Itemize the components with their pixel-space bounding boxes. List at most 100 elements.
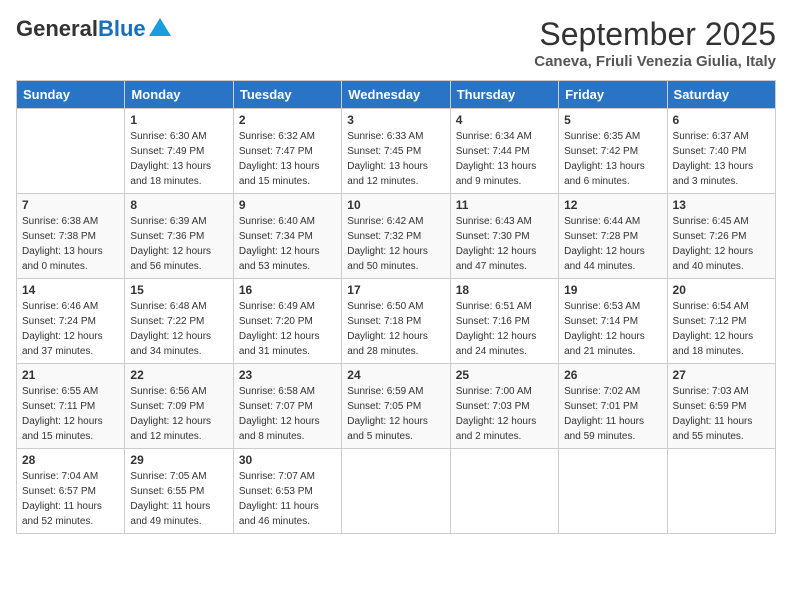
logo-general-text: General	[16, 16, 98, 42]
calendar-cell: 8 Sunrise: 6:39 AMSunset: 7:36 PMDaylight…	[125, 194, 233, 279]
calendar-cell: 14 Sunrise: 6:46 AMSunset: 7:24 PMDayligh…	[17, 279, 125, 364]
calendar-cell: 12 Sunrise: 6:44 AMSunset: 7:28 PMDayligh…	[559, 194, 667, 279]
calendar-cell: 30 Sunrise: 7:07 AMSunset: 6:53 PMDayligh…	[233, 449, 341, 534]
day-info: Sunrise: 6:48 AMSunset: 7:22 PMDaylight:…	[130, 299, 227, 359]
day-info: Sunrise: 7:07 AMSunset: 6:53 PMDaylight:…	[239, 469, 336, 529]
calendar-cell: 29Sunrise: 7:05 AMSunset: 6:55 PMDayligh…	[125, 449, 233, 534]
day-number: 3	[347, 113, 444, 127]
day-info: Sunrise: 6:55 AMSunset: 7:11 PMDaylight:…	[22, 384, 119, 444]
calendar-cell: 10 Sunrise: 6:42 AMSunset: 7:32 PMDayligh…	[342, 194, 450, 279]
day-number: 30	[239, 453, 336, 467]
calendar-table: SundayMondayTuesdayWednesdayThursdayFrid…	[16, 80, 776, 534]
calendar-cell: 13Sunrise: 6:45 AMSunset: 7:26 PMDayligh…	[667, 194, 775, 279]
calendar-week-row: 14 Sunrise: 6:46 AMSunset: 7:24 PMDayligh…	[17, 279, 776, 364]
day-number: 18	[456, 283, 553, 297]
calendar-cell: 15 Sunrise: 6:48 AMSunset: 7:22 PMDayligh…	[125, 279, 233, 364]
page-header: GeneralBlue September 2025 Caneva, Friul…	[16, 16, 776, 70]
calendar-week-row: 21 Sunrise: 6:55 AMSunset: 7:11 PMDayligh…	[17, 364, 776, 449]
day-number: 13	[673, 198, 770, 212]
day-number: 21	[22, 368, 119, 382]
calendar-cell: 18Sunrise: 6:51 AMSunset: 7:16 PMDayligh…	[450, 279, 558, 364]
calendar-cell: 27 Sunrise: 7:03 AMSunset: 6:59 PMDayligh…	[667, 364, 775, 449]
day-number: 15	[130, 283, 227, 297]
calendar-header-row: SundayMondayTuesdayWednesdayThursdayFrid…	[17, 81, 776, 109]
logo-icon	[149, 18, 171, 36]
day-header-monday: Monday	[125, 81, 233, 109]
calendar-cell: 16 Sunrise: 6:49 AMSunset: 7:20 PMDayligh…	[233, 279, 341, 364]
day-info: Sunrise: 7:04 AMSunset: 6:57 PMDaylight:…	[22, 469, 119, 529]
calendar-week-row: 1 Sunrise: 6:30 AMSunset: 7:49 PMDaylight…	[17, 109, 776, 194]
day-info: Sunrise: 6:38 AMSunset: 7:38 PMDaylight:…	[22, 214, 119, 274]
day-info: Sunrise: 6:30 AMSunset: 7:49 PMDaylight:…	[130, 129, 227, 189]
day-number: 17	[347, 283, 444, 297]
day-info: Sunrise: 7:03 AMSunset: 6:59 PMDaylight:…	[673, 384, 770, 444]
day-info: Sunrise: 6:58 AMSunset: 7:07 PMDaylight:…	[239, 384, 336, 444]
calendar-cell: 28Sunrise: 7:04 AMSunset: 6:57 PMDayligh…	[17, 449, 125, 534]
calendar-cell: 21 Sunrise: 6:55 AMSunset: 7:11 PMDayligh…	[17, 364, 125, 449]
day-info: Sunrise: 6:53 AMSunset: 7:14 PMDaylight:…	[564, 299, 661, 359]
day-info: Sunrise: 6:46 AMSunset: 7:24 PMDaylight:…	[22, 299, 119, 359]
location-title: Caneva, Friuli Venezia Giulia, Italy	[534, 53, 776, 70]
day-info: Sunrise: 6:34 AMSunset: 7:44 PMDaylight:…	[456, 129, 553, 189]
calendar-cell: 23 Sunrise: 6:58 AMSunset: 7:07 PMDayligh…	[233, 364, 341, 449]
day-info: Sunrise: 7:00 AMSunset: 7:03 PMDaylight:…	[456, 384, 553, 444]
day-number: 16	[239, 283, 336, 297]
calendar-cell: 3 Sunrise: 6:33 AMSunset: 7:45 PMDaylight…	[342, 109, 450, 194]
day-number: 19	[564, 283, 661, 297]
calendar-cell	[667, 449, 775, 534]
title-block: September 2025 Caneva, Friuli Venezia Gi…	[534, 16, 776, 70]
day-number: 20	[673, 283, 770, 297]
calendar-cell	[559, 449, 667, 534]
day-number: 12	[564, 198, 661, 212]
logo: GeneralBlue	[16, 16, 171, 42]
day-number: 27	[673, 368, 770, 382]
day-info: Sunrise: 6:40 AMSunset: 7:34 PMDaylight:…	[239, 214, 336, 274]
day-info: Sunrise: 6:49 AMSunset: 7:20 PMDaylight:…	[239, 299, 336, 359]
day-number: 26	[564, 368, 661, 382]
month-title: September 2025	[534, 16, 776, 53]
calendar-week-row: 7 Sunrise: 6:38 AMSunset: 7:38 PMDaylight…	[17, 194, 776, 279]
day-info: Sunrise: 6:39 AMSunset: 7:36 PMDaylight:…	[130, 214, 227, 274]
day-number: 8	[130, 198, 227, 212]
day-number: 23	[239, 368, 336, 382]
day-number: 6	[673, 113, 770, 127]
day-number: 4	[456, 113, 553, 127]
day-info: Sunrise: 6:32 AMSunset: 7:47 PMDaylight:…	[239, 129, 336, 189]
day-number: 25	[456, 368, 553, 382]
day-info: Sunrise: 6:50 AMSunset: 7:18 PMDaylight:…	[347, 299, 444, 359]
day-header-thursday: Thursday	[450, 81, 558, 109]
day-number: 24	[347, 368, 444, 382]
calendar-cell: 11Sunrise: 6:43 AMSunset: 7:30 PMDayligh…	[450, 194, 558, 279]
day-number: 2	[239, 113, 336, 127]
day-number: 14	[22, 283, 119, 297]
day-header-wednesday: Wednesday	[342, 81, 450, 109]
calendar-cell: 25 Sunrise: 7:00 AMSunset: 7:03 PMDayligh…	[450, 364, 558, 449]
day-number: 7	[22, 198, 119, 212]
day-info: Sunrise: 6:37 AMSunset: 7:40 PMDaylight:…	[673, 129, 770, 189]
day-number: 10	[347, 198, 444, 212]
day-info: Sunrise: 6:35 AMSunset: 7:42 PMDaylight:…	[564, 129, 661, 189]
day-info: Sunrise: 6:44 AMSunset: 7:28 PMDaylight:…	[564, 214, 661, 274]
day-info: Sunrise: 7:02 AMSunset: 7:01 PMDaylight:…	[564, 384, 661, 444]
day-info: Sunrise: 6:56 AMSunset: 7:09 PMDaylight:…	[130, 384, 227, 444]
calendar-cell: 5Sunrise: 6:35 AMSunset: 7:42 PMDaylight…	[559, 109, 667, 194]
day-number: 9	[239, 198, 336, 212]
calendar-cell	[342, 449, 450, 534]
calendar-cell	[17, 109, 125, 194]
day-info: Sunrise: 6:54 AMSunset: 7:12 PMDaylight:…	[673, 299, 770, 359]
calendar-cell: 4 Sunrise: 6:34 AMSunset: 7:44 PMDaylight…	[450, 109, 558, 194]
calendar-cell: 9 Sunrise: 6:40 AMSunset: 7:34 PMDaylight…	[233, 194, 341, 279]
day-number: 29	[130, 453, 227, 467]
calendar-cell: 7 Sunrise: 6:38 AMSunset: 7:38 PMDaylight…	[17, 194, 125, 279]
calendar-cell: 2 Sunrise: 6:32 AMSunset: 7:47 PMDaylight…	[233, 109, 341, 194]
logo-blue-text: Blue	[98, 16, 146, 42]
calendar-week-row: 28Sunrise: 7:04 AMSunset: 6:57 PMDayligh…	[17, 449, 776, 534]
day-number: 1	[130, 113, 227, 127]
calendar-cell: 24Sunrise: 6:59 AMSunset: 7:05 PMDayligh…	[342, 364, 450, 449]
calendar-cell: 26 Sunrise: 7:02 AMSunset: 7:01 PMDayligh…	[559, 364, 667, 449]
day-info: Sunrise: 6:42 AMSunset: 7:32 PMDaylight:…	[347, 214, 444, 274]
calendar-cell: 19 Sunrise: 6:53 AMSunset: 7:14 PMDayligh…	[559, 279, 667, 364]
day-header-saturday: Saturday	[667, 81, 775, 109]
day-number: 11	[456, 198, 553, 212]
day-info: Sunrise: 6:33 AMSunset: 7:45 PMDaylight:…	[347, 129, 444, 189]
